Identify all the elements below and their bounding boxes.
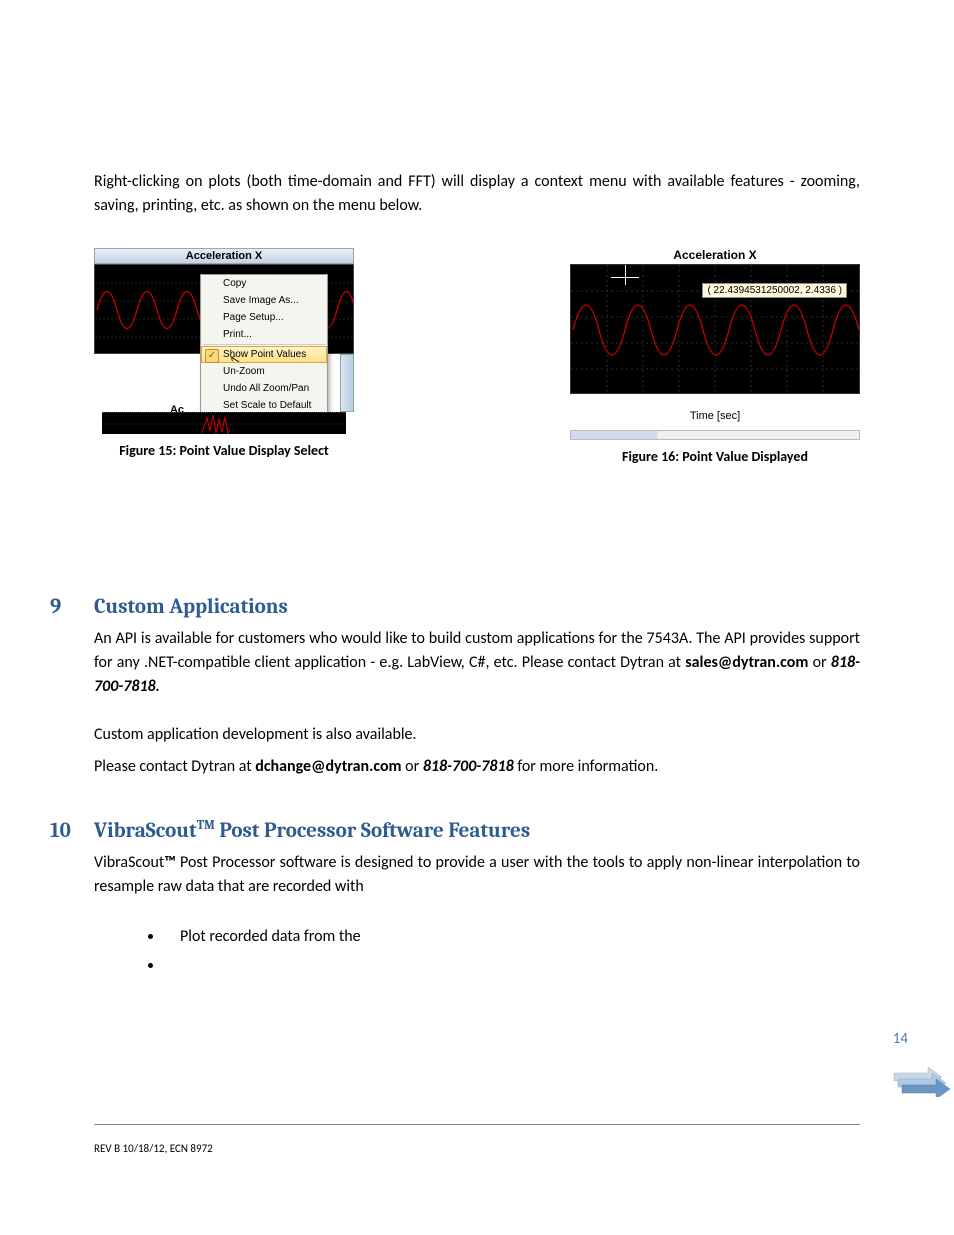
section-9-heading: 9 Custom Applications (94, 595, 860, 619)
menu-save-image[interactable]: Save Image As... (201, 292, 327, 309)
figures-row: Acceleration X Copy Save Image A (94, 248, 860, 465)
fig15-titlebar: Acceleration X (94, 248, 354, 264)
section-9-p3: Please contact Dytran at dchange@dytran.… (94, 755, 860, 779)
menu-copy[interactable]: Copy (201, 275, 327, 292)
fig15-lower-area: Ac (94, 354, 354, 434)
menu-print[interactable]: Print... (201, 326, 327, 343)
section-10-bullets: Plot recorded data from the (94, 923, 860, 981)
menu-page-setup[interactable]: Page Setup... (201, 309, 327, 326)
section-9-p2: Custom application development is also a… (94, 723, 860, 747)
point-value-tooltip: ( 22.4394531250002, 2.4336 ) (702, 283, 847, 298)
footer-rule (94, 1124, 860, 1125)
bullet-1: Plot recorded data from the (164, 923, 860, 952)
fig15-bottom-plot (102, 412, 346, 434)
fig15-scrollbar[interactable] (340, 354, 354, 412)
section-10-number: 10 (50, 819, 94, 843)
figure-15: Acceleration X Copy Save Image A (94, 248, 354, 465)
section-10-p1: VibraScout™ Post Processor software is d… (94, 851, 860, 899)
fig16-xlabel: Time [sec] (570, 410, 860, 422)
fig16-caption: Figure 16: Point Value Displayed (570, 448, 860, 465)
footer-text: REV B 10/18/12, ECN 8972 (94, 1142, 213, 1155)
section-9-p1: An API is available for customers who wo… (94, 627, 860, 699)
fig16-plot-area: ( 22.4394531250002, 2.4336 ) (570, 264, 860, 394)
email-dchange: dchange@dytran.com (255, 757, 401, 776)
section-9-number: 9 (50, 595, 94, 619)
intro-paragraph: Right-clicking on plots (both time-domai… (94, 170, 860, 218)
tm-mark: TM (197, 819, 215, 833)
decorative-arrow-icon (884, 1065, 954, 1097)
fig16-title: Acceleration X (570, 248, 860, 262)
fig15-caption: Figure 15: Point Value Display Select (94, 442, 354, 459)
page-number: 14 (893, 1030, 908, 1048)
section-10-title: VibraScoutTM Post Processor Software Fea… (94, 819, 530, 843)
phone-2: 818-700-7818 (423, 757, 514, 776)
section-9-title: Custom Applications (94, 595, 288, 619)
bullet-2 (164, 952, 860, 981)
fig16-scrollbar[interactable] (570, 430, 860, 440)
email-sales: sales@dytran.com (685, 653, 808, 672)
menu-separator (203, 344, 325, 345)
section-10-heading: 10 VibraScoutTM Post Processor Software … (94, 819, 860, 843)
figure-16: Acceleration X (570, 248, 860, 465)
